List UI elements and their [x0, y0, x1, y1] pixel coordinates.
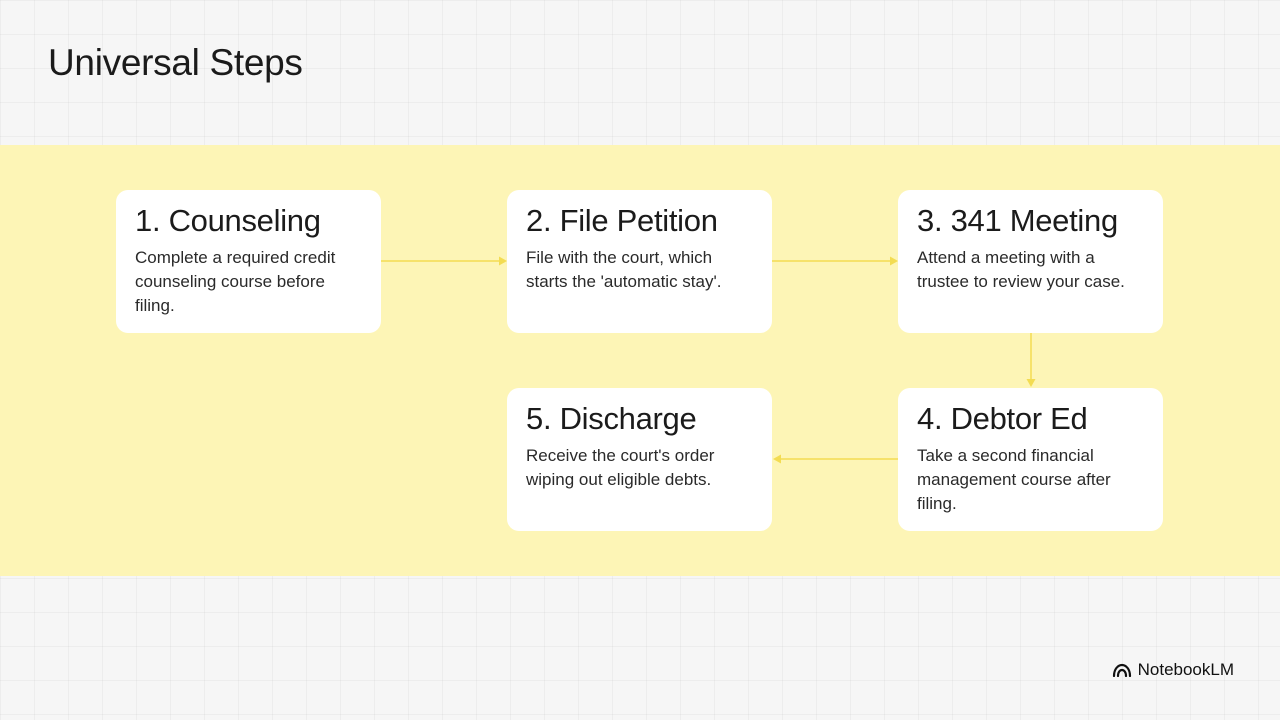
- arrowhead-1-to-2: [499, 256, 507, 266]
- step-description: Attend a meeting with a trustee to revie…: [917, 248, 1125, 292]
- notebooklm-brand: NotebookLM: [1112, 660, 1234, 680]
- step-card-debtor-ed: 4. Debtor Ed Take a second financial man…: [898, 388, 1163, 531]
- step-title: 3. 341 Meeting: [917, 203, 1118, 238]
- step-title: 1. Counseling: [135, 203, 321, 238]
- step-description: File with the court, which starts the 'a…: [526, 248, 722, 292]
- step-card-counseling: 1. Counseling Complete a required credit…: [116, 190, 381, 333]
- arrowhead-3-to-4: [1026, 379, 1036, 387]
- brand-name: NotebookLM: [1137, 660, 1234, 679]
- step-title: 2. File Petition: [526, 203, 718, 238]
- step-card-341-meeting: 3. 341 Meeting Attend a meeting with a t…: [898, 190, 1163, 333]
- arrowhead-4-to-5: [773, 454, 781, 464]
- step-description: Receive the court's order wiping out eli…: [526, 446, 715, 490]
- notebooklm-logo-icon: [1112, 663, 1131, 677]
- flow-connectors: [381, 256, 1036, 464]
- step-title: 4. Debtor Ed: [917, 401, 1088, 436]
- step-description: Complete a required credit counseling co…: [135, 248, 336, 316]
- step-description: Take a second financial management cours…: [917, 446, 1111, 514]
- step-card-discharge: 5. Discharge Receive the court's order w…: [507, 388, 772, 531]
- arrowhead-2-to-3: [890, 256, 898, 266]
- step-card-file-petition: 2. File Petition File with the court, wh…: [507, 190, 772, 333]
- step-title: 5. Discharge: [526, 401, 697, 436]
